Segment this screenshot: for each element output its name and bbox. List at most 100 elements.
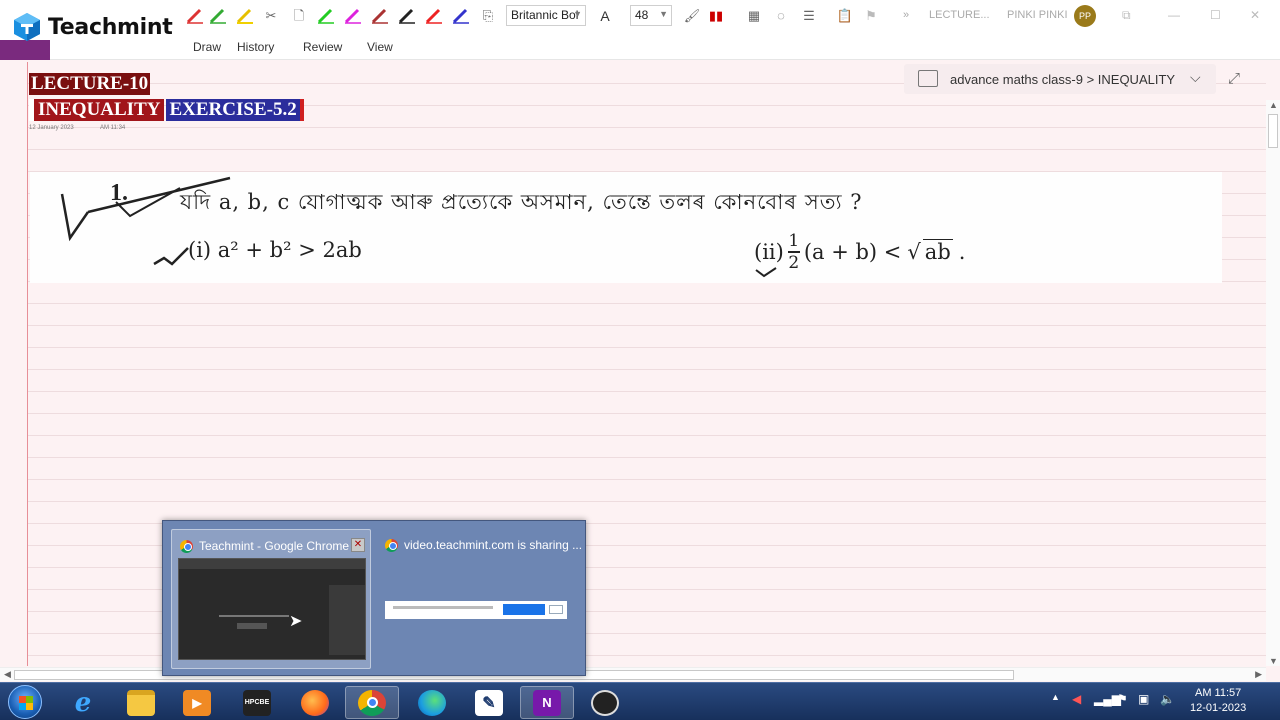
tab-file[interactable] xyxy=(0,40,50,60)
teachmint-logo: Teachmint xyxy=(12,12,173,42)
tray-overflow-icon[interactable]: ▲ xyxy=(1051,692,1060,702)
title-inequality: INEQUALITY xyxy=(29,99,165,121)
table-icon[interactable]: ▦ xyxy=(745,7,763,25)
clock-time: AM 11:57 xyxy=(1195,687,1242,699)
vertical-scroll-thumb[interactable] xyxy=(1268,114,1278,148)
pen-dark-red-icon[interactable] xyxy=(371,8,389,24)
scroll-right-icon[interactable]: ▶ xyxy=(1255,669,1262,680)
scroll-left-icon[interactable]: ◀ xyxy=(4,669,11,680)
pen-blue-icon[interactable] xyxy=(452,8,470,24)
thumbnail-close-button[interactable]: ✕ xyxy=(351,538,365,552)
tab-view[interactable]: View xyxy=(367,40,393,54)
window-title: LECTURE... xyxy=(929,9,990,21)
taskbar-clock[interactable]: AM 11:57 12-01-2023 xyxy=(1190,686,1246,716)
onenote-icon: N xyxy=(533,689,561,716)
font-name-value: Britannic Bol xyxy=(511,8,579,22)
margin-line xyxy=(27,62,28,666)
avatar[interactable]: PP xyxy=(1074,5,1096,27)
list-icon[interactable]: ☰ xyxy=(800,7,818,25)
marker-set-icon[interactable]: ▮▮ xyxy=(707,7,725,25)
hpcbe-label: HPCBE xyxy=(244,699,270,706)
taskbar-obs[interactable] xyxy=(578,686,632,719)
windows-logo-icon xyxy=(19,696,33,710)
pen-red-icon[interactable] xyxy=(186,8,204,24)
taskbar-thumbnail-popup: Teachmint - Google Chrome ✕ ➤ video.teac… xyxy=(162,520,586,676)
expand-icon[interactable]: ⤢ xyxy=(1228,70,1240,87)
taskbar-firefox[interactable] xyxy=(288,686,342,719)
pen-red2-icon[interactable] xyxy=(425,8,443,24)
handwritten-tick-marks xyxy=(60,176,777,278)
lasso-icon[interactable]: ◌ xyxy=(772,7,790,25)
font-size-value: 48 xyxy=(635,8,649,22)
font-color-button[interactable]: A xyxy=(596,7,614,25)
media-player-icon: ▶ xyxy=(183,689,211,716)
restore-window-icon[interactable]: ⧉ xyxy=(1122,8,1131,23)
chrome-icon xyxy=(358,689,386,716)
minimize-icon[interactable]: — xyxy=(1168,8,1180,22)
scroll-up-icon[interactable]: ▲ xyxy=(1269,100,1278,110)
taskbar-onenote[interactable]: N xyxy=(520,686,574,719)
page-time: AM 11:34 xyxy=(100,125,126,131)
attach-icon[interactable]: ⎘ xyxy=(479,7,497,25)
paste-icon[interactable]: 📋 xyxy=(836,7,854,25)
scroll-down-icon[interactable]: ▼ xyxy=(1269,656,1278,666)
taskbar-google-chrome[interactable] xyxy=(345,686,399,719)
taskbar-hpcbe[interactable]: HPCBE xyxy=(230,686,284,719)
chevron-down-icon: ▼ xyxy=(573,9,582,19)
page-date: 12 January 2023 xyxy=(29,125,74,131)
breadcrumb-text: advance maths class-9 > INEQUALITY xyxy=(950,72,1176,87)
font-name-select[interactable]: Britannic Bol ▼ xyxy=(506,5,586,26)
power-icon[interactable]: ▣ xyxy=(1138,692,1149,706)
thumbnail-preview xyxy=(385,601,567,619)
pen-black-icon[interactable] xyxy=(398,8,416,24)
tab-history[interactable]: History xyxy=(237,40,274,54)
flag-icon[interactable]: ⚑ xyxy=(862,7,880,25)
start-button[interactable] xyxy=(8,685,42,719)
taskbar-internet-explorer[interactable]: e xyxy=(56,686,110,719)
clear-format-icon[interactable]: 🗋 xyxy=(290,7,308,25)
clock-date: 12-01-2023 xyxy=(1190,702,1247,714)
teachmint-logo-icon xyxy=(14,13,40,41)
user-name: PINKI PINKI xyxy=(1007,9,1068,21)
maximize-icon[interactable]: ☐ xyxy=(1210,8,1221,22)
highlighter-yellow-icon[interactable] xyxy=(236,8,254,24)
notebook-icon xyxy=(918,70,938,87)
chevron-down-icon: ▼ xyxy=(659,9,668,19)
pen-magenta-icon[interactable] xyxy=(344,8,362,24)
pen-green2-icon[interactable] xyxy=(317,8,335,24)
taskbar: e ▶ HPCBE ✎ N xyxy=(0,682,1280,720)
mouse-cursor-icon: ➤ xyxy=(289,613,303,630)
font-size-select[interactable]: 48 ▼ xyxy=(630,5,672,26)
chrome-icon xyxy=(385,538,398,552)
volume-icon[interactable]: 🔈 xyxy=(1160,692,1175,706)
tab-draw[interactable]: Draw xyxy=(193,40,221,54)
taskbar-snipping-tool[interactable]: ✎ xyxy=(462,686,516,719)
cut-icon[interactable]: ✂ xyxy=(262,7,280,25)
thumbnail-teachmint-chrome[interactable]: Teachmint - Google Chrome ✕ ➤ xyxy=(171,529,371,669)
page-title-line1: LECTURE-10 xyxy=(29,73,151,95)
clapperboard-icon: HPCBE xyxy=(243,689,271,716)
thumbnail-preview: ➤ xyxy=(178,558,366,660)
close-icon[interactable]: ✕ xyxy=(1250,8,1260,22)
edge-icon xyxy=(418,689,446,716)
firefox-icon xyxy=(301,689,329,716)
page-left-margin xyxy=(0,62,27,666)
breadcrumb[interactable]: advance maths class-9 > INEQUALITY ⌵ xyxy=(904,64,1216,94)
title-exercise: EXERCISE-5.2 xyxy=(166,99,304,121)
thumbnail-sharing-bar[interactable]: video.teachmint.com is sharing ... xyxy=(377,529,582,669)
action-center-flag-icon[interactable]: ⚑ xyxy=(1117,692,1128,706)
pen-green-icon[interactable] xyxy=(209,8,227,24)
obs-icon xyxy=(591,689,619,716)
tab-review[interactable]: Review xyxy=(303,40,342,54)
taskbar-media-player[interactable]: ▶ xyxy=(170,686,224,719)
overflow-icon[interactable]: » xyxy=(903,9,909,21)
format-painter-icon[interactable]: 🖌 xyxy=(683,7,701,25)
snipping-tool-icon: ✎ xyxy=(475,689,503,716)
vertical-scrollbar[interactable]: ▲ ▼ xyxy=(1266,100,1280,666)
chevron-down-icon: ⌵ xyxy=(1190,69,1201,85)
question-image[interactable]: 1. যদি a, b, c যোগাত্মক আৰু প্ৰত্যেকে অস… xyxy=(30,172,1222,283)
taskbar-file-explorer[interactable] xyxy=(114,686,168,719)
page-title-line2: INEQUALITY EXERCISE-5.2 xyxy=(29,99,304,121)
flash-icon[interactable]: ◀ xyxy=(1072,692,1081,706)
taskbar-microsoft-edge[interactable] xyxy=(405,686,459,719)
